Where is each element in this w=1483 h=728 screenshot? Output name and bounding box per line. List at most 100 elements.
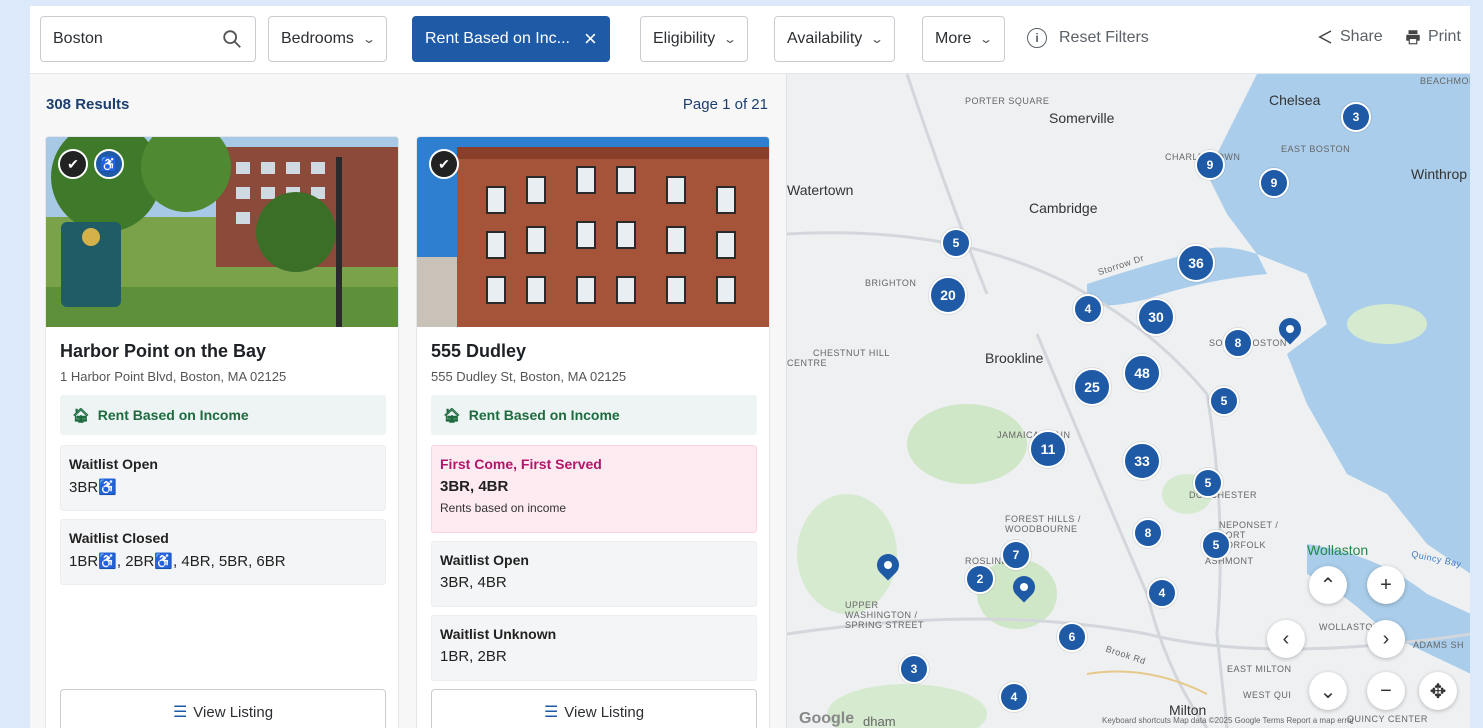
map-cluster-marker[interactable]: 2 xyxy=(965,564,995,594)
map-label: BRIGHTON xyxy=(865,278,917,288)
page-indicator: Page 1 of 21 xyxy=(682,96,768,113)
chevron-down-icon: ⌄ xyxy=(979,32,994,46)
rent-filter-chip[interactable]: Rent Based on Inc... × xyxy=(412,16,610,62)
first-come-units: 3BR, 4BR xyxy=(440,478,509,495)
map-label: PORTER SQUARE xyxy=(965,96,1050,106)
map-cluster-marker[interactable]: 11 xyxy=(1029,430,1067,468)
map-label: Somerville xyxy=(1049,110,1115,126)
map-cluster-marker[interactable]: 6 xyxy=(1057,622,1087,652)
more-filter-button[interactable]: More ⌄ xyxy=(922,16,1005,62)
waitlist-title: Waitlist Open xyxy=(440,552,529,568)
print-button[interactable]: Print xyxy=(1404,28,1461,46)
map-label: EAST BOSTON xyxy=(1281,144,1351,154)
map-cluster-marker[interactable]: 8 xyxy=(1223,328,1253,358)
map-cluster-marker[interactable]: 4 xyxy=(999,682,1029,712)
map-cluster-marker[interactable]: 9 xyxy=(1195,150,1225,180)
map-label: Watertown xyxy=(787,182,854,198)
info-icon: i xyxy=(1027,28,1047,48)
zoom-out-button[interactable]: − xyxy=(1367,672,1405,710)
first-come-section: First Come, First Served 3BR, 4BR Rents … xyxy=(431,445,757,533)
map-label: BEACHMONT xyxy=(1420,76,1470,86)
more-label: More xyxy=(935,30,972,47)
map-cluster-marker[interactable]: 5 xyxy=(1209,386,1239,416)
list-icon: ☰ xyxy=(172,704,188,721)
listing-photo[interactable]: ✔ xyxy=(417,137,769,327)
waitlist-units: 1BR♿, 2BR♿, 4BR, 5BR, 6BR xyxy=(69,553,286,570)
map-cluster-marker[interactable]: 9 xyxy=(1259,168,1289,198)
search-icon[interactable] xyxy=(221,28,243,50)
chevron-right-icon[interactable]: › xyxy=(1367,620,1405,658)
eligibility-label: Eligibility xyxy=(653,30,716,47)
verified-badge-icon: ✔ xyxy=(429,149,459,179)
map-cluster-marker[interactable]: 25 xyxy=(1073,368,1111,406)
accessible-badge-icon: ♿ xyxy=(94,149,124,179)
waitlist-units: 3BR♿ xyxy=(69,479,117,496)
chevron-down-icon: ⌄ xyxy=(361,32,376,46)
map-cluster-marker[interactable]: 48 xyxy=(1123,354,1161,392)
listing-card[interactable]: ✔ ♿ Harbor Point on the Bay 1 Harbor Poi… xyxy=(45,136,399,728)
rent-filter-label: Rent Based on Inc... xyxy=(425,30,570,47)
map-label: Chelsea xyxy=(1269,92,1321,108)
listing-card[interactable]: ✔ 555 Dudley 555 Dudley St, Boston, MA 0… xyxy=(416,136,770,728)
first-come-title: First Come, First Served xyxy=(440,456,602,472)
map-cluster-marker[interactable]: 33 xyxy=(1123,442,1161,480)
map-label: Brookline xyxy=(985,350,1044,366)
map-cluster-marker[interactable]: 4 xyxy=(1147,578,1177,608)
map-cluster-marker[interactable]: 3 xyxy=(1341,102,1371,132)
waitlist-title: Waitlist Unknown xyxy=(440,626,557,642)
list-icon: ☰ xyxy=(543,704,559,721)
recenter-icon[interactable]: ✥ xyxy=(1419,672,1457,710)
house-icon: 🏠︎ xyxy=(72,406,90,423)
chevron-down-icon[interactable]: ⌄ xyxy=(1309,672,1347,710)
eligibility-filter-button[interactable]: Eligibility ⌄ xyxy=(640,16,749,62)
map-cluster-marker[interactable]: 4 xyxy=(1073,294,1103,324)
map-label: ADAMS SH xyxy=(1413,640,1465,650)
listing-name[interactable]: 555 Dudley xyxy=(431,341,526,362)
waitlist-units: 3BR, 4BR xyxy=(440,574,507,591)
search-input[interactable]: Boston xyxy=(40,16,256,62)
waitlist-section: Waitlist Open 3BR, 4BR xyxy=(431,541,757,607)
map-cluster-marker[interactable]: 30 xyxy=(1137,298,1175,336)
search-value[interactable]: Boston xyxy=(53,30,103,48)
availability-filter-button[interactable]: Availability ⌄ xyxy=(774,16,896,62)
reset-label: Reset Filters xyxy=(1059,29,1149,46)
listing-name[interactable]: Harbor Point on the Bay xyxy=(60,341,266,362)
map-cluster-marker[interactable]: 5 xyxy=(1201,530,1231,560)
map-cluster-marker[interactable]: 36 xyxy=(1177,244,1215,282)
reset-filters-button[interactable]: i Reset Filters xyxy=(1027,28,1149,48)
share-button[interactable]: Share xyxy=(1316,28,1383,46)
dudley-photo xyxy=(417,137,769,327)
map-label: dham xyxy=(863,714,896,728)
map-cluster-marker[interactable]: 5 xyxy=(941,228,971,258)
map-view[interactable]: PORTER SQUARE Somerville Chelsea BEACHMO… xyxy=(786,74,1470,728)
view-listing-label: View Listing xyxy=(564,703,645,721)
chevron-up-icon[interactable]: ⌃ xyxy=(1309,566,1347,604)
share-icon xyxy=(1318,30,1332,44)
rent-type-badge: 🏠︎ Rent Based on Income xyxy=(60,395,386,435)
map-cluster-marker[interactable]: 8 xyxy=(1133,518,1163,548)
rent-type-badge: 🏠︎ Rent Based on Income xyxy=(431,395,757,435)
map-attribution[interactable]: Keyboard shortcuts Map data ©2025 Google… xyxy=(1102,716,1354,725)
waitlist-section: Waitlist Unknown 1BR, 2BR xyxy=(431,615,757,681)
listing-address: 1 Harbor Point Blvd, Boston, MA 02125 xyxy=(60,369,287,384)
bedrooms-filter-button[interactable]: Bedrooms ⌄ xyxy=(268,16,387,62)
printer-icon xyxy=(1406,30,1420,45)
waitlist-title: Waitlist Closed xyxy=(69,530,169,546)
map-cluster-marker[interactable]: 7 xyxy=(1001,540,1031,570)
waitlist-units: 1BR, 2BR xyxy=(440,648,507,665)
waitlist-section: Waitlist Open 3BR♿ xyxy=(60,445,386,511)
map-cluster-marker[interactable]: 20 xyxy=(929,276,967,314)
view-listing-label: View Listing xyxy=(193,703,274,721)
map-label: UPPER WASHINGTON / SPRING STREET xyxy=(845,600,925,630)
view-listing-button[interactable]: ☰ View Listing xyxy=(431,689,757,728)
map-cluster-marker[interactable]: 5 xyxy=(1193,468,1223,498)
map-label: CHESTNUT HILL xyxy=(813,348,890,358)
close-icon[interactable]: × xyxy=(584,28,597,50)
chevron-left-icon[interactable]: ‹ xyxy=(1267,620,1305,658)
view-listing-button[interactable]: ☰ View Listing xyxy=(60,689,386,728)
zoom-in-button[interactable]: + xyxy=(1367,566,1405,604)
map-label: QUINCY CENTER xyxy=(1347,714,1428,724)
listing-photo[interactable]: ✔ ♿ xyxy=(46,137,398,327)
map-cluster-marker[interactable]: 3 xyxy=(899,654,929,684)
rent-type-label: Rent Based on Income xyxy=(97,407,249,423)
